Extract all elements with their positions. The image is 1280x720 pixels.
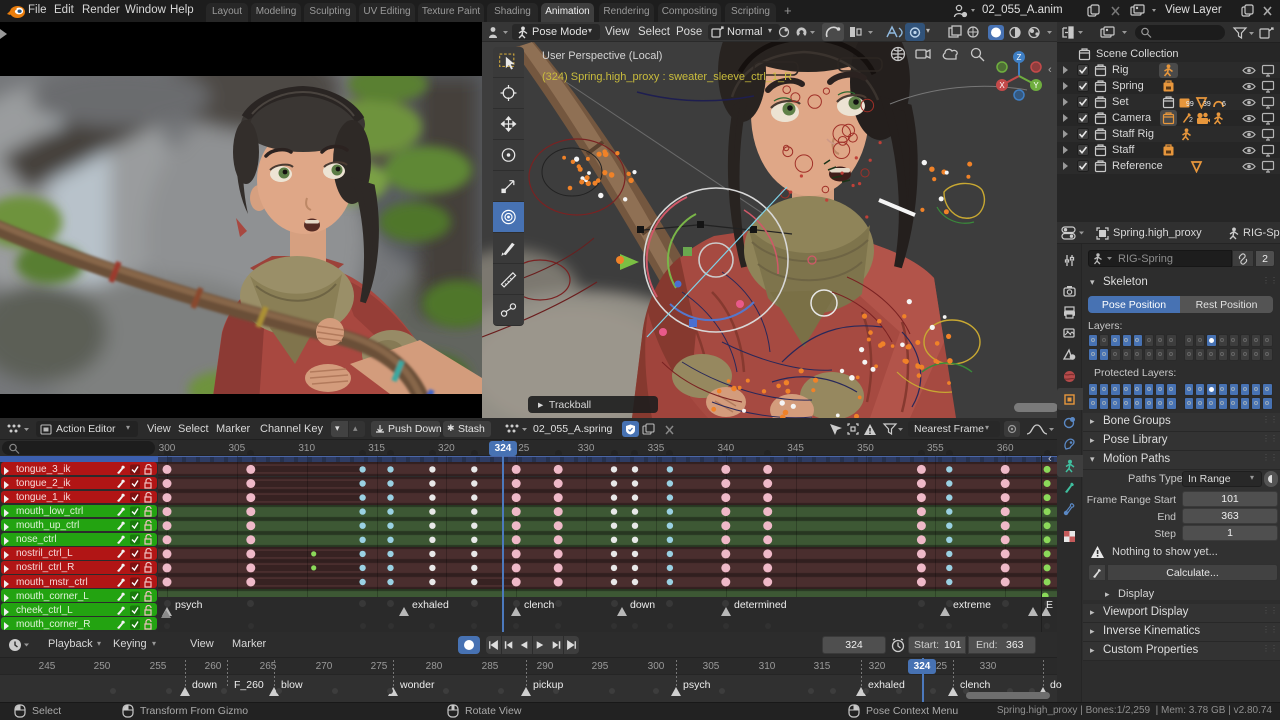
svg-text:X: X [999, 81, 1005, 90]
svg-text:Y: Y [1033, 81, 1039, 90]
svg-text:Z: Z [1017, 53, 1022, 62]
